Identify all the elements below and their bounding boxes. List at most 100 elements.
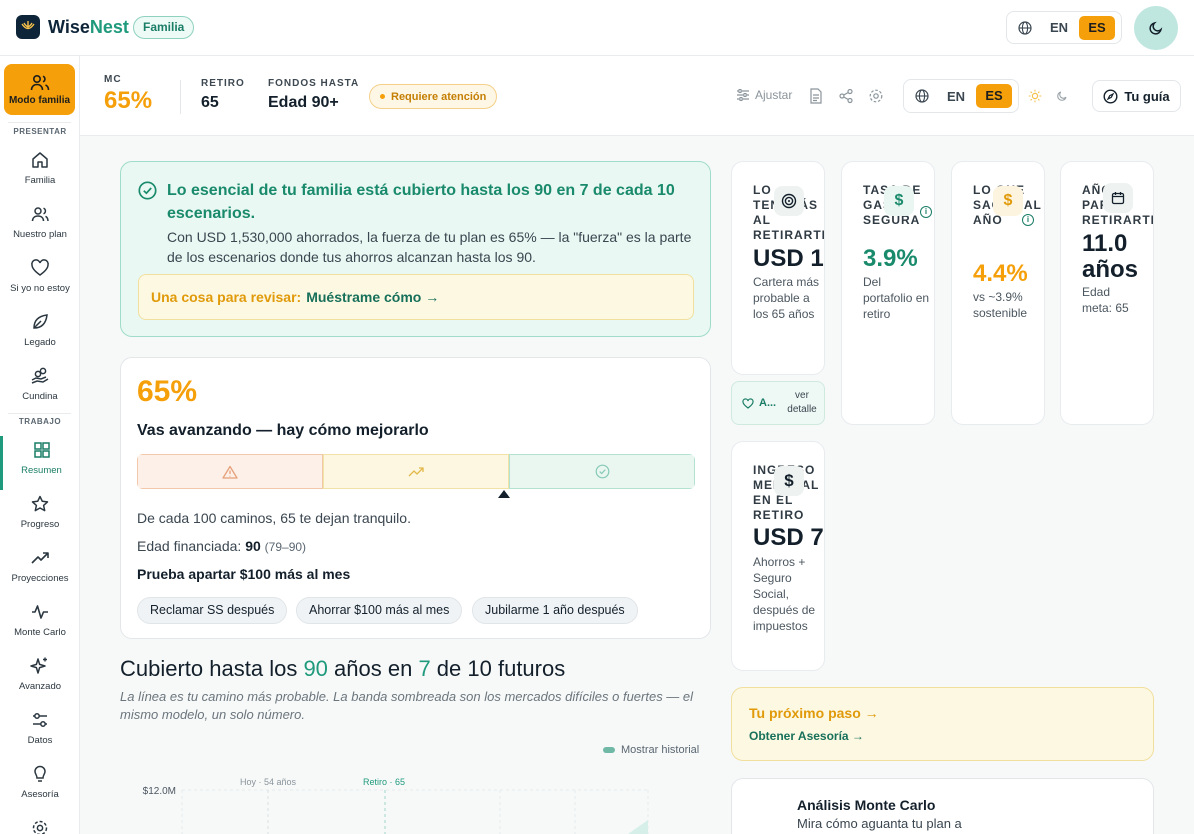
scenario-band	[628, 820, 648, 834]
settings-button[interactable]	[868, 88, 884, 104]
kpi-card-years-to-retire[interactable]: AÑOS PARA RETIRARTE 11.0 años Edad meta:…	[1060, 161, 1154, 425]
adjust-button[interactable]: Ajustar	[736, 88, 792, 102]
lang-es-button[interactable]: ES	[1079, 15, 1115, 40]
funds-stat: FONDOS HASTA Edad 90+	[268, 78, 359, 112]
family-mode-button[interactable]: Modo familia	[4, 64, 75, 115]
monte-carlo-card[interactable]: Análisis Monte Carlo Mira cómo aguanta t…	[731, 778, 1154, 834]
sidebar-item-progreso[interactable]: Progreso	[0, 490, 80, 544]
sidebar-item-label: Si yo no estoy	[10, 283, 70, 294]
paths-statement: De cada 100 caminos, 65 te dejan tranqui…	[137, 510, 411, 526]
kpi-card-portfolio-at-retirement[interactable]: LO TENDRÁS AL RETIRARTE USD 1,99 Cartera…	[731, 161, 825, 375]
guide-button[interactable]: Tu guía	[1092, 80, 1181, 112]
logo[interactable]	[16, 15, 40, 39]
kpi-card-safe-withdrawal[interactable]: TASA DE GASTO SEGURA $ i 3.9% Del portaf…	[841, 161, 935, 425]
sidebar-item-label: Familia	[24, 175, 56, 186]
users-icon	[30, 74, 49, 90]
info-icon[interactable]: i	[920, 206, 932, 218]
claim-ss-later-chip[interactable]: Reclamar SS después	[137, 597, 288, 624]
review-callout: Una cosa para revisar: Muéstrame cómo →	[138, 274, 694, 320]
dollar-icon: $	[884, 186, 914, 216]
save-more-chip[interactable]: Ahorrar $100 más al mes	[296, 597, 463, 624]
plan-badge: Familia	[133, 16, 195, 39]
sidebar: Modo familia PRESENTAR Familia Nuestro p…	[0, 56, 80, 834]
divider	[8, 122, 71, 123]
gear-icon	[869, 89, 883, 103]
calendar-icon	[1103, 183, 1133, 213]
next-step-title: Tu próximo paso →	[749, 705, 879, 721]
sidebar-item-label: Progreso	[20, 519, 60, 530]
brand-name: WiseNest	[48, 17, 129, 37]
meter-segment-progress	[323, 454, 509, 489]
sidebar-item-legado[interactable]: Legado	[0, 308, 80, 362]
trend-icon	[31, 552, 49, 564]
kpi-description: vs ~3.9% sostenible	[973, 290, 1028, 320]
sidebar-item-label: Legado	[24, 337, 56, 348]
attention-badge[interactable]: Requiere atención	[369, 84, 498, 109]
sidebar-item-si-yo-no-estoy[interactable]: Si yo no estoy	[0, 254, 80, 308]
moon-icon	[1057, 91, 1067, 101]
lang-es-button[interactable]: ES	[976, 84, 1012, 108]
document-button[interactable]	[809, 88, 823, 104]
kpi-card-monthly-income[interactable]: INGRESO MENSUAL EN EL RETIRO $ USD 7,049…	[731, 441, 825, 671]
sidebar-item-settings[interactable]	[0, 814, 80, 834]
section-label-work: TRABAJO	[18, 417, 62, 426]
plan-strength-card: 65% Vas avanzando — hay cómo mejorarlo D…	[120, 357, 711, 639]
coverage-headline: Lo esencial de tu familia está cubierto …	[167, 182, 675, 222]
gear-icon	[32, 820, 48, 834]
sidebar-item-label: Monte Carlo	[14, 627, 66, 638]
sidebar-item-cundina[interactable]: Cundina	[0, 362, 80, 416]
show-history-toggle[interactable]: Mostrar historial	[603, 744, 699, 756]
kpi-card-annual-withdrawal[interactable]: LO QUE SACAS AL AÑO $ i 4.4% vs ~3.9% so…	[951, 161, 1045, 425]
kpi-value: USD 7,049	[753, 524, 824, 551]
y-tick-top: $12.0M	[143, 786, 176, 797]
kpi-description: Cartera más probable a los 65 años	[753, 275, 820, 321]
get-advice-link[interactable]: Obtener Asesoría →	[749, 729, 864, 743]
lang-en-button[interactable]: EN	[1039, 20, 1079, 35]
kpi-description: Edad meta: 65	[1082, 285, 1129, 315]
toggle-icon	[603, 747, 615, 753]
lang-en-button[interactable]: EN	[936, 89, 976, 104]
sidebar-item-avanzado[interactable]: Avanzado	[0, 652, 80, 706]
view-detail-link[interactable]: ver detalle	[784, 389, 820, 417]
warning-icon	[222, 465, 238, 479]
sidebar-item-familia[interactable]: Familia	[0, 146, 80, 200]
share-button[interactable]	[838, 88, 854, 104]
show-me-how-link[interactable]: Muéstrame cómo →	[306, 289, 439, 305]
sidebar-item-asesoria[interactable]: Asesoría	[0, 760, 80, 814]
family-mode-label: Modo familia	[8, 94, 71, 106]
heart-icon	[31, 259, 49, 276]
retire-stat: RETIRO 65	[201, 78, 245, 112]
theme-switch[interactable]	[1021, 82, 1075, 110]
trend-icon	[408, 466, 424, 476]
sidebar-item-resumen[interactable]: Resumen	[0, 436, 80, 490]
monte-carlo-description: Mira cómo aguanta tu plan a	[797, 816, 962, 831]
improvement-tip: Prueba apartar $100 más al mes	[137, 566, 351, 582]
star-icon	[31, 495, 49, 512]
kpi-description: Ahorros + Seguro Social, después de impu…	[753, 555, 816, 633]
pulse-icon	[32, 605, 48, 619]
lightbulb-icon	[34, 765, 46, 782]
sidebar-item-proyecciones[interactable]: Proyecciones	[0, 544, 80, 598]
mc-label: MC	[104, 74, 122, 85]
sidebar-item-nuestro-plan[interactable]: Nuestro plan	[0, 200, 80, 254]
detail-mini-card[interactable]: A... ver detalle	[731, 381, 825, 425]
strength-headline: Vas avanzando — hay cómo mejorarlo	[137, 422, 429, 439]
sidebar-item-monte-carlo[interactable]: Monte Carlo	[0, 598, 80, 652]
next-step-card[interactable]: Tu próximo paso → Obtener Asesoría →	[731, 687, 1154, 761]
info-icon[interactable]: i	[1022, 214, 1034, 226]
today-marker-label: Hoy · 54 años	[240, 777, 297, 787]
dollar-icon: $	[774, 466, 804, 496]
strength-meter	[137, 454, 695, 489]
check-circle-icon	[138, 181, 157, 200]
chart-title: Cubierto hasta los 90 años en 7 de 10 fu…	[120, 656, 566, 681]
users-icon	[31, 207, 49, 222]
retire-marker-label: Retiro · 65	[363, 777, 405, 787]
sidebar-item-label: Cundina	[22, 391, 58, 402]
divider	[8, 413, 71, 414]
retire-later-chip[interactable]: Jubilarme 1 año después	[472, 597, 638, 624]
retire-label: RETIRO	[201, 78, 245, 89]
meter-segment-risk	[137, 454, 323, 489]
globe-icon	[908, 89, 936, 103]
theme-toggle-button[interactable]	[1134, 6, 1178, 50]
sidebar-item-datos[interactable]: Datos	[0, 706, 80, 760]
